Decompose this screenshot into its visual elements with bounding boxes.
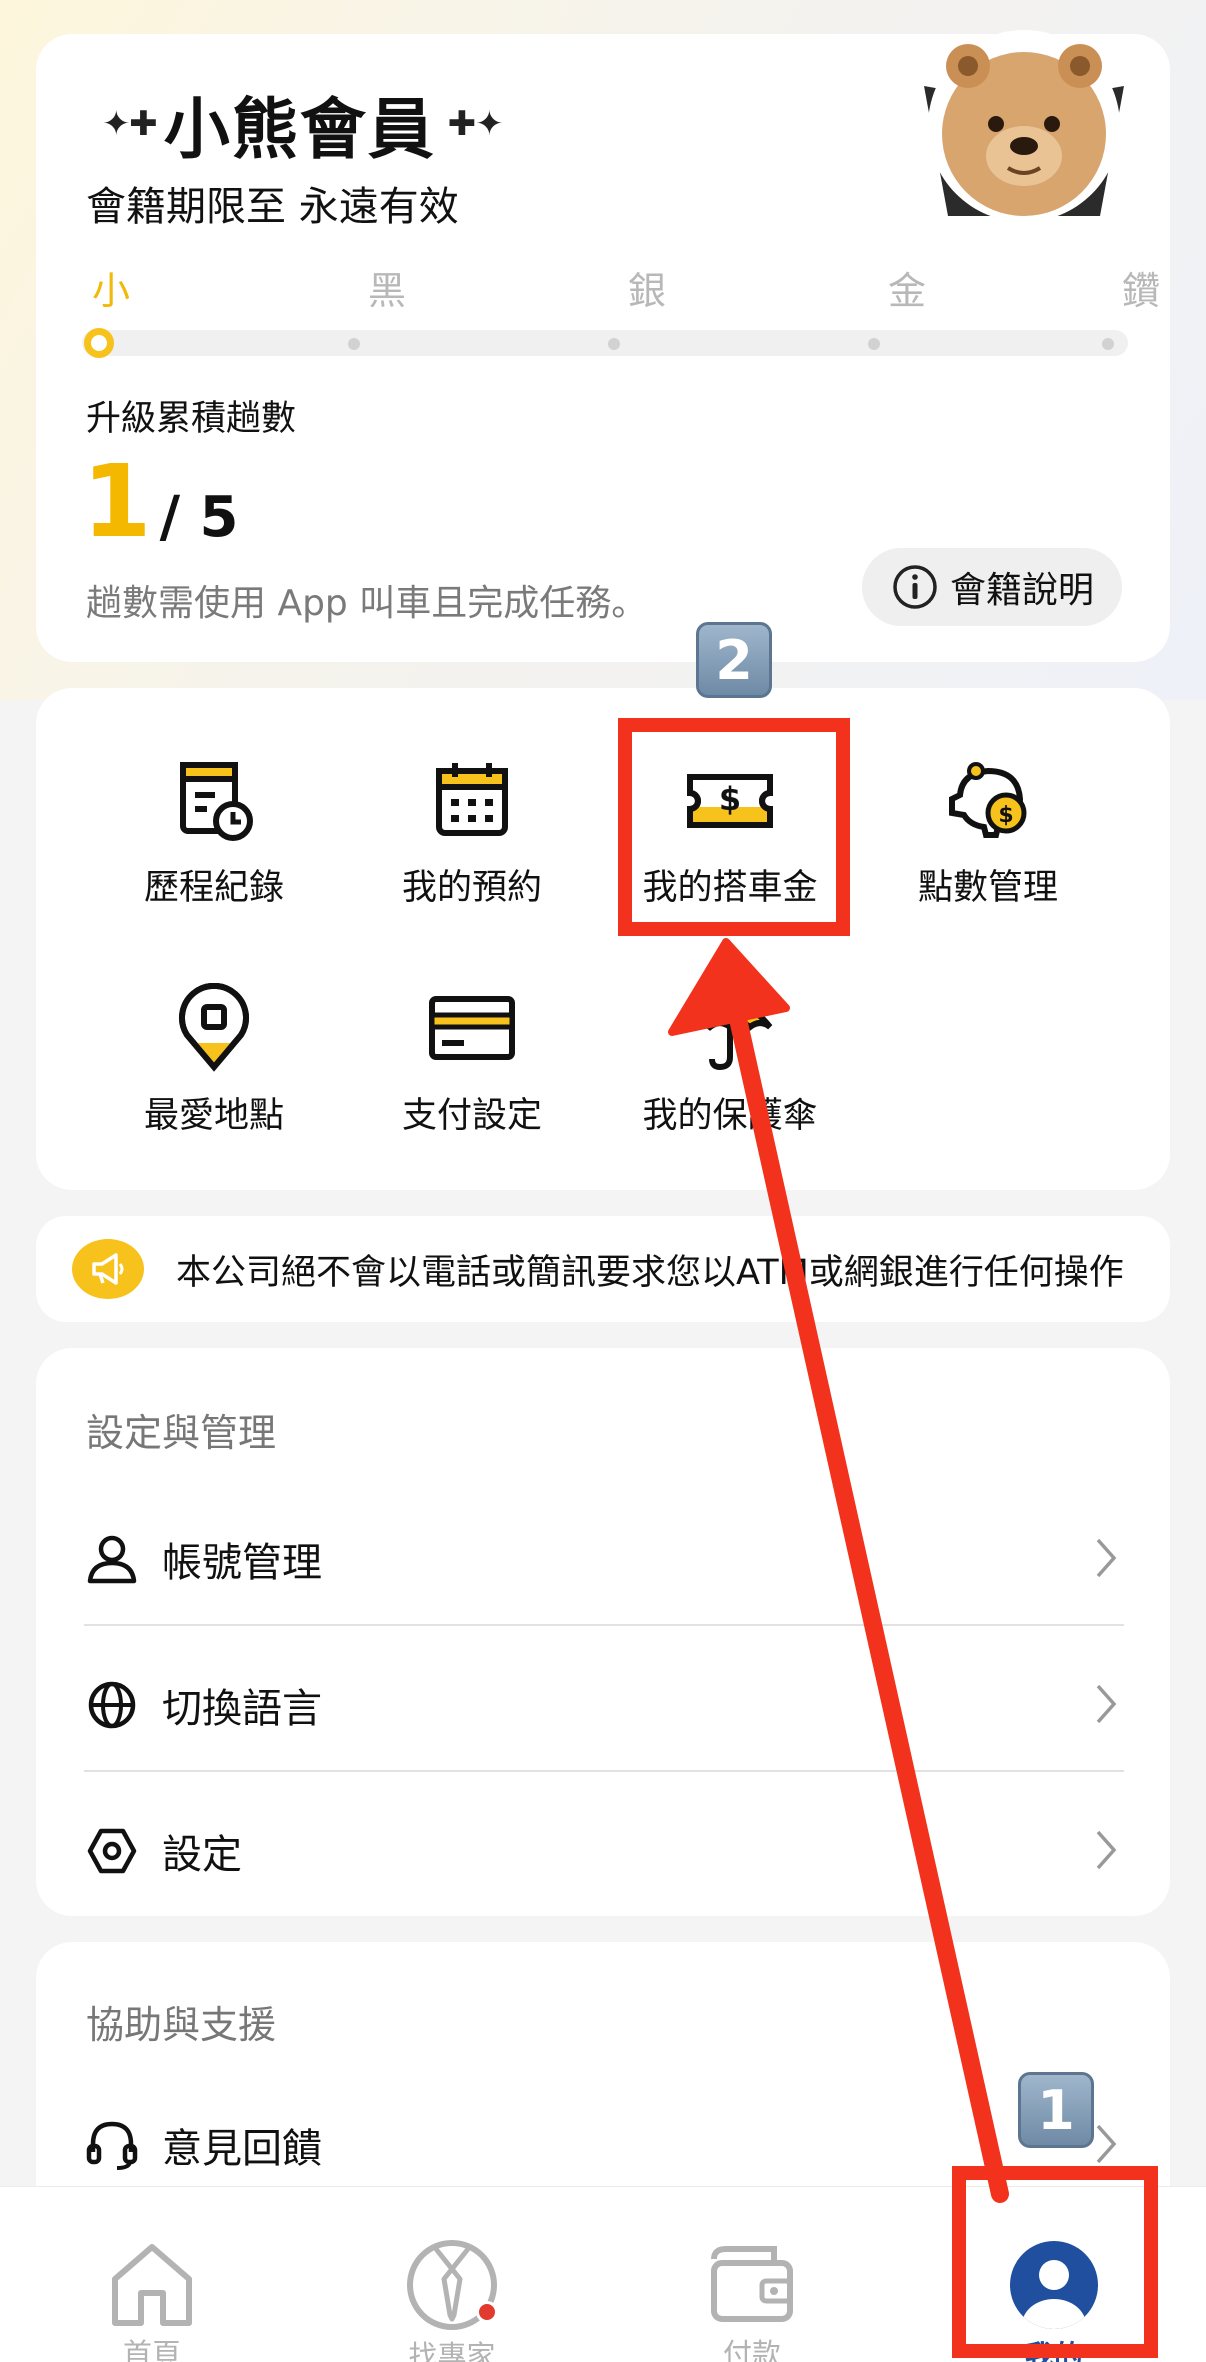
wallet-icon (704, 2239, 800, 2329)
tier-dot (1102, 338, 1114, 350)
support-item-label: 意見回饋 (162, 2126, 322, 2172)
calendar-icon (422, 750, 522, 849)
tier-progress-bar (82, 328, 1128, 358)
tier-dot (348, 338, 360, 350)
service-protection-umbrella[interactable]: 我的保護傘 (600, 978, 860, 1138)
settings-item-label: 設定 (162, 1832, 242, 1878)
tab-payment[interactable]: 付款 (652, 2187, 852, 2362)
tab-label: 找專家 (408, 2339, 496, 2362)
annotation-step-2-badge: 2 (696, 622, 772, 698)
svg-text:$: $ (998, 803, 1013, 828)
expert-tie-icon (406, 2239, 498, 2331)
security-notice-banner[interactable]: 本公司絕不會以電話或簡訊要求您以ATM或網銀進行任何操作 (36, 1216, 1170, 1322)
piggy-bank-coin-icon: $ (938, 750, 1038, 849)
service-label: 我的保護傘 (642, 1096, 818, 1136)
bear-avatar (888, 26, 1160, 216)
favorite-location-pin-icon (164, 978, 264, 1077)
service-favorite-places[interactable]: 最愛地點 (84, 978, 344, 1138)
settings-item-label: 切換語言 (162, 1686, 322, 1732)
settings-item-label: 帳號管理 (162, 1540, 322, 1586)
service-history[interactable]: 歷程紀錄 (84, 750, 344, 910)
tab-home[interactable]: 首頁 (52, 2187, 252, 2362)
tier-dot (608, 338, 620, 350)
annotation-step-1-badge: 1 (1018, 2072, 1094, 2148)
sparkle-right-icon: ✚ ✦ (447, 104, 504, 144)
notification-dot (476, 2301, 498, 2323)
chevron-right-icon (1096, 1538, 1117, 1578)
settings-item-language[interactable]: 切換語言 (84, 1632, 1124, 1778)
service-reservations[interactable]: 我的預約 (342, 750, 602, 910)
annotation-highlight-ride-credit (618, 718, 850, 936)
tier-label-current: 小 (92, 269, 131, 313)
tab-find-expert[interactable]: 找專家 (352, 2187, 552, 2362)
tier-label: 金 (888, 269, 927, 313)
divider (84, 1770, 1124, 1772)
chevron-right-icon (1096, 1684, 1117, 1724)
home-icon (107, 2239, 197, 2329)
trips-note: 趟數需使用 App 叫車且完成任務。 (86, 583, 648, 624)
megaphone-icon (72, 1239, 144, 1299)
hexagon-nut-icon (84, 1823, 140, 1879)
annotation-highlight-tab-me (952, 2166, 1158, 2358)
trips-counter: 1 / 5 (82, 452, 239, 552)
membership-expiry: 會籍期限至 永遠有效 (86, 184, 459, 230)
trips-current: 1 (82, 443, 152, 560)
info-icon (893, 565, 937, 609)
upgrade-trips-label: 升級累積趟數 (86, 399, 297, 439)
headset-icon (84, 2117, 140, 2173)
service-label: 歷程紀錄 (143, 868, 284, 908)
service-label: 點數管理 (917, 868, 1058, 908)
service-payment-settings[interactable]: 支付設定 (342, 978, 602, 1138)
credit-card-icon (422, 978, 522, 1077)
chevron-right-icon (1096, 1830, 1117, 1870)
tier-label: 鑽 (1122, 269, 1161, 313)
tier-label: 黑 (368, 269, 407, 313)
settings-item-settings[interactable]: 設定 (84, 1778, 1124, 1924)
security-notice-text: 本公司絕不會以電話或簡訊要求您以ATM或網銀進行任何操作 (176, 1253, 1124, 1293)
tier-label: 銀 (628, 269, 667, 313)
service-label: 支付設定 (401, 1096, 542, 1136)
trips-total: / 5 (159, 485, 239, 550)
membership-info-label: 會籍說明 (949, 570, 1094, 611)
tier-dot (868, 338, 880, 350)
settings-section-title: 設定與管理 (86, 1411, 277, 1455)
divider (84, 1624, 1124, 1626)
tab-label: 付款 (722, 2337, 781, 2362)
membership-title: 小熊會員 (163, 91, 436, 168)
tab-label: 首頁 (122, 2337, 181, 2362)
service-label: 我的預約 (401, 868, 542, 908)
person-icon (84, 1531, 140, 1587)
services-card: 歷程紀錄 我的預約 $ 我的搭車金 $ 點數管理 最愛地點 支付設定 我的保護傘 (36, 688, 1170, 1190)
chevron-right-icon (1096, 2124, 1117, 2164)
service-label: 最愛地點 (143, 1096, 284, 1136)
membership-info-button[interactable]: 會籍說明 (862, 548, 1122, 626)
current-tier-marker (84, 328, 114, 358)
tier-labels: 小 黑 銀 金 鑽 (82, 260, 1160, 320)
umbrella-icon (680, 978, 780, 1077)
membership-title-row: ✦ ✚ 小熊會員 ✚ ✦ (90, 76, 510, 172)
membership-card: ✦ ✚ 小熊會員 ✚ ✦ 會籍期限至 永遠有效 小 黑 銀 金 鑽 升級累積趟數… (36, 30, 1170, 662)
support-section-title: 協助與支援 (86, 2003, 277, 2047)
settings-card: 設定與管理 帳號管理 切換語言 設定 (36, 1348, 1170, 1916)
service-points[interactable]: $ 點數管理 (858, 750, 1118, 910)
settings-item-account[interactable]: 帳號管理 (84, 1486, 1124, 1632)
history-receipt-icon (164, 750, 264, 849)
sparkle-left-icon: ✦ ✚ (102, 104, 158, 144)
globe-icon (84, 1677, 140, 1733)
